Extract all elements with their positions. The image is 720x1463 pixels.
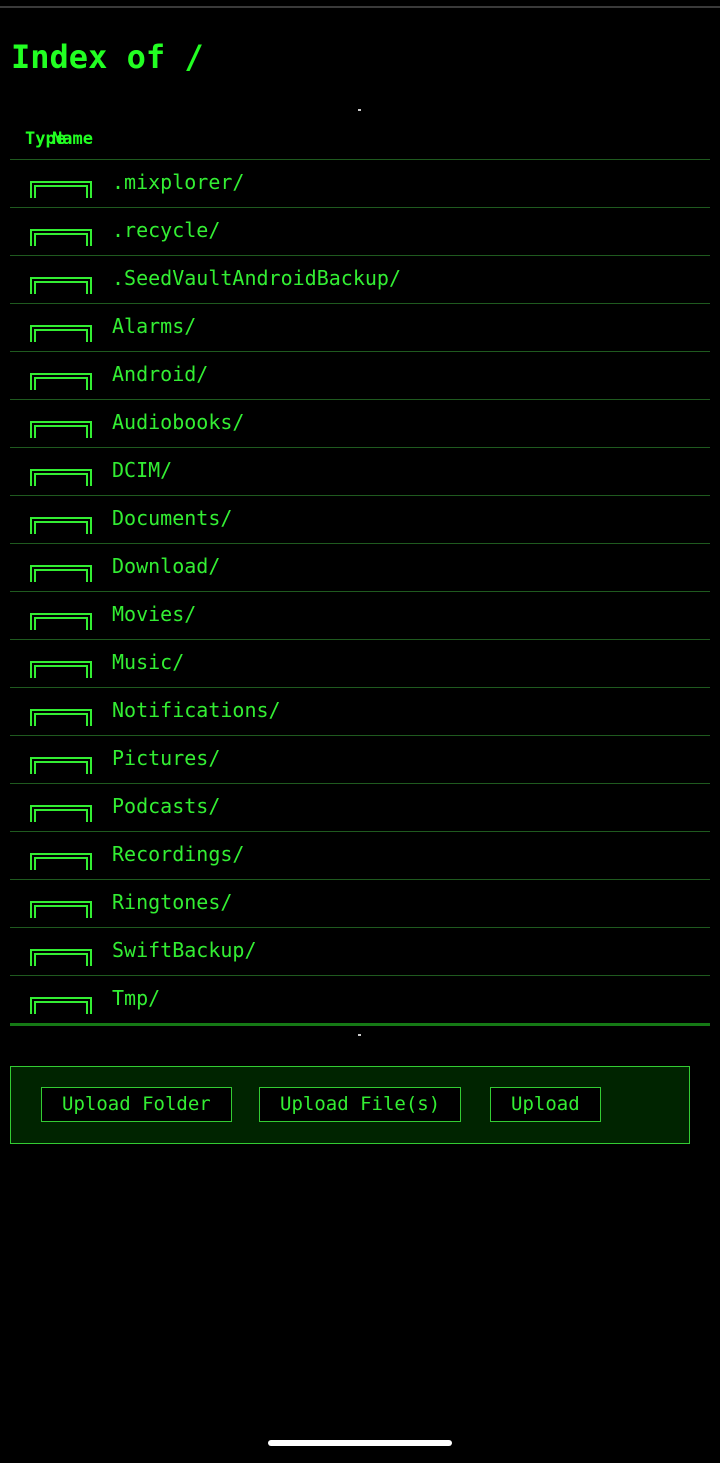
table-row[interactable]: .recycle/ — [10, 208, 710, 256]
folder-icon — [30, 995, 92, 1015]
upload-panel: Upload Folder Upload File(s) Upload — [10, 1066, 690, 1144]
table-row[interactable]: Notifications/ — [10, 688, 710, 736]
file-link[interactable]: Documents/ — [112, 506, 232, 530]
table-row[interactable]: Audiobooks/ — [10, 400, 710, 448]
table-row[interactable]: .SeedVaultAndroidBackup/ — [10, 256, 710, 304]
file-link[interactable]: Pictures/ — [112, 746, 220, 770]
table-row[interactable]: Podcasts/ — [10, 784, 710, 832]
upload-button[interactable]: Upload — [490, 1087, 601, 1122]
folder-icon — [30, 227, 92, 247]
file-table: Type Name .mixplorer/ .recycle/ .SeedVault… — [10, 120, 710, 1026]
home-indicator[interactable] — [268, 1440, 452, 1446]
separator-dot-bottom — [358, 1034, 361, 1036]
file-link[interactable]: SwiftBackup/ — [112, 938, 257, 962]
folder-icon — [30, 515, 92, 535]
folder-icon — [30, 803, 92, 823]
file-link[interactable]: Recordings/ — [112, 842, 244, 866]
folder-icon — [30, 371, 92, 391]
folder-icon — [30, 707, 92, 727]
file-link[interactable]: Audiobooks/ — [112, 410, 244, 434]
status-bar-line — [0, 6, 720, 8]
file-link[interactable]: Download/ — [112, 554, 220, 578]
file-link[interactable]: .mixplorer/ — [112, 170, 244, 194]
page-title: Index of / — [11, 38, 204, 76]
folder-icon — [30, 899, 92, 919]
file-link[interactable]: Notifications/ — [112, 698, 281, 722]
column-header-name[interactable]: Name — [52, 129, 93, 149]
table-header: Type Name — [10, 120, 710, 160]
table-row[interactable]: Music/ — [10, 640, 710, 688]
folder-icon — [30, 659, 92, 679]
table-row[interactable]: Movies/ — [10, 592, 710, 640]
folder-icon — [30, 755, 92, 775]
table-row[interactable]: Documents/ — [10, 496, 710, 544]
file-link[interactable]: Android/ — [112, 362, 208, 386]
folder-icon — [30, 563, 92, 583]
table-row[interactable]: .mixplorer/ — [10, 160, 710, 208]
table-row[interactable]: Tmp/ — [10, 976, 710, 1026]
file-link[interactable]: .recycle/ — [112, 218, 220, 242]
file-link[interactable]: Ringtones/ — [112, 890, 232, 914]
upload-folder-button[interactable]: Upload Folder — [41, 1087, 232, 1122]
file-link[interactable]: Tmp/ — [112, 986, 160, 1010]
table-row[interactable]: DCIM/ — [10, 448, 710, 496]
folder-icon — [30, 611, 92, 631]
file-link[interactable]: DCIM/ — [112, 458, 172, 482]
table-row[interactable]: Download/ — [10, 544, 710, 592]
folder-icon — [30, 419, 92, 439]
folder-icon — [30, 947, 92, 967]
upload-files-button[interactable]: Upload File(s) — [259, 1087, 462, 1122]
file-link[interactable]: Movies/ — [112, 602, 196, 626]
table-row[interactable]: Pictures/ — [10, 736, 710, 784]
table-row[interactable]: Alarms/ — [10, 304, 710, 352]
table-row[interactable]: Recordings/ — [10, 832, 710, 880]
separator-dot-top — [358, 109, 361, 111]
file-link[interactable]: Podcasts/ — [112, 794, 220, 818]
table-row[interactable]: Ringtones/ — [10, 880, 710, 928]
file-link[interactable]: Alarms/ — [112, 314, 196, 338]
table-row[interactable]: SwiftBackup/ — [10, 928, 710, 976]
folder-icon — [30, 323, 92, 343]
folder-icon — [30, 275, 92, 295]
folder-icon — [30, 179, 92, 199]
file-link[interactable]: .SeedVaultAndroidBackup/ — [112, 266, 401, 290]
file-link[interactable]: Music/ — [112, 650, 184, 674]
folder-icon — [30, 467, 92, 487]
table-row[interactable]: Android/ — [10, 352, 710, 400]
folder-icon — [30, 851, 92, 871]
file-list: .mixplorer/ .recycle/ .SeedVaultAndroidBac… — [10, 160, 710, 1026]
